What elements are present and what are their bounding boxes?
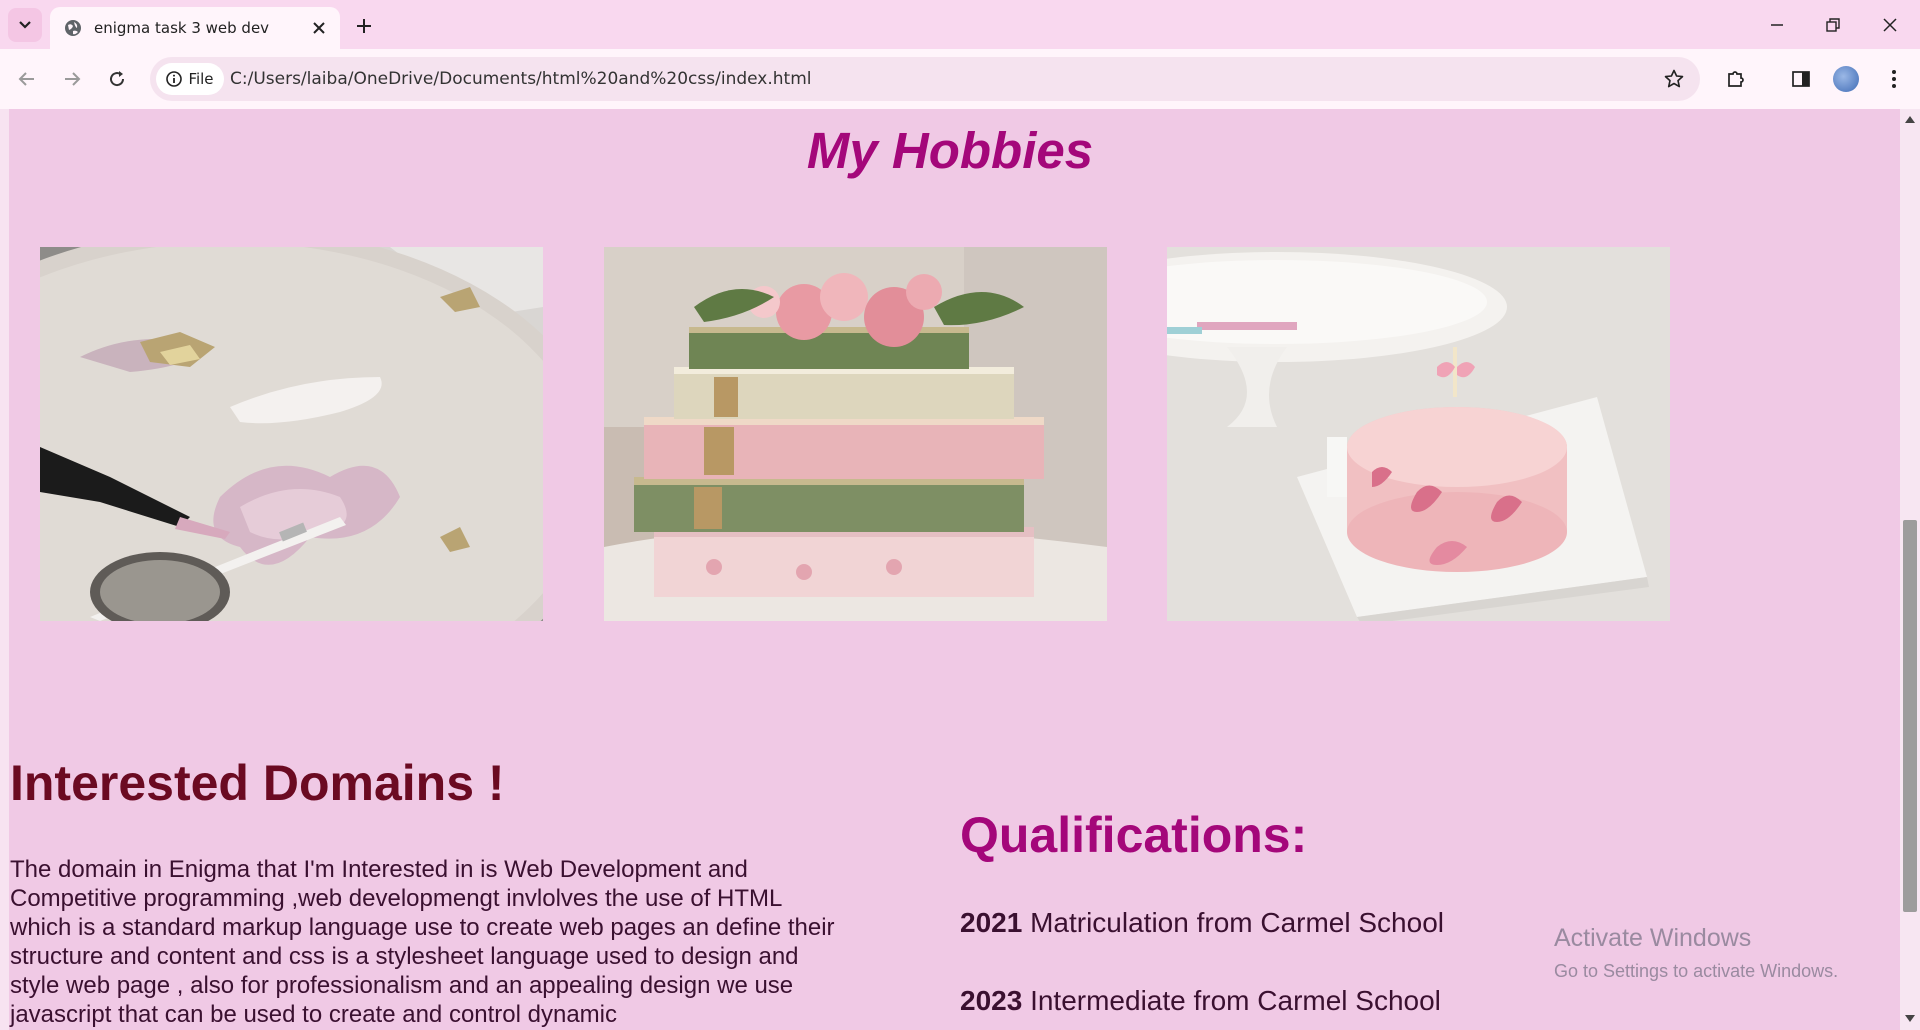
site-chip-label: File [188, 70, 214, 88]
minimize-icon [1771, 24, 1783, 26]
interested-domains-heading: Interested Domains ! [10, 755, 505, 811]
reload-icon [110, 71, 125, 87]
page-left-edge [0, 109, 9, 1030]
site-info-chip[interactable]: File [156, 63, 224, 95]
restore-button[interactable] [1813, 10, 1853, 40]
globe-icon [65, 20, 81, 36]
browser-toolbar: File C:/Users/laiba/OneDrive/Documents/h… [0, 49, 1920, 109]
chevron-down-icon [19, 21, 31, 29]
qualification-text: Matriculation from Carmel School [1022, 907, 1444, 938]
qualification-item: 2021 Matriculation from Carmel School [960, 907, 1444, 939]
tab-search-button[interactable] [8, 8, 42, 42]
tab-strip: enigma task 3 web dev [0, 0, 1920, 49]
hobbies-heading: My Hobbies [806, 122, 1094, 179]
forward-button[interactable] [56, 63, 88, 95]
qualification-year: 2021 [960, 907, 1023, 938]
arrow-right-icon [65, 72, 81, 86]
plus-icon [357, 19, 371, 33]
side-panel-button[interactable] [1785, 63, 1817, 95]
page-viewport: My Hobbies Interested Domains ! The doma… [0, 109, 1900, 1030]
bookmark-button[interactable] [1660, 65, 1688, 93]
restore-icon [1826, 18, 1840, 32]
arrow-left-icon [18, 72, 34, 86]
minimize-button[interactable] [1757, 10, 1797, 40]
profile-avatar[interactable] [1833, 66, 1859, 92]
new-tab-button[interactable] [350, 12, 378, 40]
reload-button[interactable] [101, 63, 133, 95]
qualification-item: 2023 Intermediate from Carmel School [960, 985, 1441, 1017]
menu-button[interactable] [1878, 63, 1910, 95]
side-panel-icon [1792, 71, 1810, 87]
close-tab-button[interactable] [310, 19, 328, 37]
qualification-year: 2023 [960, 985, 1023, 1016]
puzzle-icon [1728, 71, 1744, 87]
scroll-up-button[interactable] [1905, 114, 1915, 124]
qualifications-heading: Qualifications: [960, 807, 1308, 863]
activate-windows-subtitle: Go to Settings to activate Windows. [1554, 961, 1839, 981]
close-window-button[interactable] [1870, 10, 1910, 40]
tab-title: enigma task 3 web dev [94, 19, 270, 37]
info-icon [166, 71, 183, 87]
kebab-menu-icon [1892, 70, 1896, 88]
baking-hobby-image [1167, 247, 1670, 621]
triangle-down-icon [1905, 1015, 1915, 1022]
star-icon [1664, 69, 1684, 88]
activate-windows-watermark: Activate Windows Go to Settings to activ… [1554, 924, 1838, 982]
scrollbar-thumb[interactable] [1903, 520, 1917, 912]
qualification-text: Intermediate from Carmel School [1022, 985, 1441, 1016]
browser-tab[interactable]: enigma task 3 web dev [50, 7, 340, 49]
extensions-button[interactable] [1720, 63, 1752, 95]
url-text[interactable]: C:/Users/laiba/OneDrive/Documents/html%2… [230, 69, 811, 89]
address-bar[interactable]: File C:/Users/laiba/OneDrive/Documents/h… [150, 57, 1700, 101]
activate-windows-title: Activate Windows [1554, 924, 1752, 952]
close-icon [313, 22, 325, 34]
back-button[interactable] [11, 63, 43, 95]
interested-domains-paragraph: The domain in Enigma that I'm Interested… [10, 856, 835, 1028]
books-hobby-image [604, 247, 1107, 621]
scroll-down-button[interactable] [1905, 1014, 1915, 1024]
triangle-up-icon [1905, 116, 1915, 123]
close-icon [1883, 18, 1897, 32]
painting-hobby-image [40, 247, 543, 621]
